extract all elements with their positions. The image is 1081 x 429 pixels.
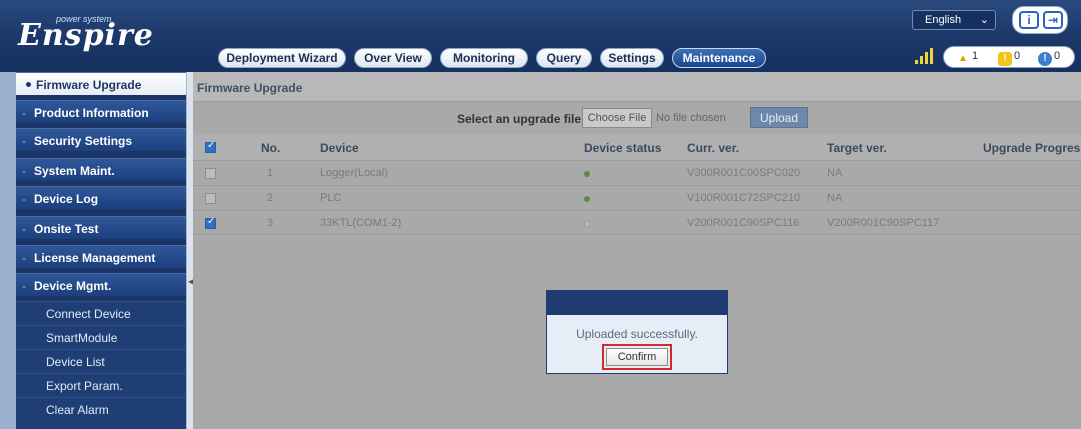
- row-curr-ver: V100R001C72SPC210: [687, 192, 801, 204]
- sidebar: Firmware Upgrade - Product Information -S…: [0, 72, 186, 429]
- upload-success-dialog: Uploaded successfully. Confirm: [546, 290, 728, 374]
- row-device: Logger(Local): [320, 167, 388, 179]
- column-header-curr-ver: Curr. ver.: [687, 141, 740, 155]
- bullet-icon: [26, 82, 31, 87]
- sidebar-item-device-log[interactable]: - Device Log: [16, 186, 186, 209]
- info-icon[interactable]: i: [1019, 11, 1039, 29]
- logout-icon[interactable]: ⇥: [1043, 11, 1063, 29]
- sidebar-item-security-settings[interactable]: - Security Settings: [16, 128, 186, 151]
- sidebar-item-onsite-test[interactable]: - Onsite Test: [16, 216, 186, 239]
- status-area: ▲ 1 ! 0 ! 0: [905, 46, 1081, 68]
- row-target-ver: V200R001C90SPC117: [827, 217, 940, 229]
- column-header-device: Device: [320, 141, 359, 155]
- sidebar-subitem-clear-alarm[interactable]: Clear Alarm: [16, 397, 186, 429]
- warning-triangle-icon: ▲: [958, 53, 968, 64]
- status-online-icon: [584, 171, 590, 177]
- row-no: 3: [267, 217, 274, 229]
- main-panel: Firmware Upgrade Select an upgrade file:…: [193, 72, 1081, 429]
- row-target-ver: NA: [827, 192, 843, 204]
- row-checkbox[interactable]: [205, 193, 216, 204]
- chevron-down-icon: ⌄: [979, 14, 989, 26]
- tab-deployment-wizard[interactable]: Deployment Wizard: [218, 48, 346, 68]
- select-all-checkbox[interactable]: [205, 140, 216, 153]
- status-offline-icon: [584, 221, 590, 227]
- tab-query[interactable]: Query: [536, 48, 592, 68]
- header-buttons: i ⇥: [1012, 6, 1068, 34]
- table-row[interactable]: 2 PLC V100R001C72SPC210 NA: [193, 185, 1081, 210]
- row-device: PLC: [320, 192, 342, 204]
- signal-strength-icon: [915, 48, 935, 64]
- status-online-icon: [584, 196, 590, 202]
- row-target-ver: NA: [827, 167, 843, 179]
- major-alarm[interactable]: ▲ 1: [956, 50, 978, 66]
- dialog-titlebar: [547, 291, 727, 315]
- tab-monitoring[interactable]: Monitoring: [440, 48, 528, 68]
- page-title: Firmware Upgrade: [193, 72, 1081, 102]
- choose-file-button[interactable]: Choose File: [582, 108, 652, 128]
- sidebar-item-device-mgmt[interactable]: - Device Mgmt.: [16, 273, 186, 296]
- confirm-highlight: Confirm: [602, 344, 672, 370]
- row-curr-ver: V200R001C90SPC116: [687, 217, 800, 229]
- column-header-upgrade-progress: Upgrade Progress: [983, 141, 1081, 155]
- enspire-logo: power system Enspire: [18, 10, 188, 58]
- row-no: 2: [267, 192, 274, 204]
- upload-row: Select an upgrade file: Choose File No f…: [193, 107, 1081, 131]
- confirm-button[interactable]: Confirm: [606, 348, 668, 366]
- minor-alarm[interactable]: ! 0: [998, 50, 1020, 66]
- sidebar-item-system-maint[interactable]: - System Maint.: [16, 158, 186, 181]
- table-row[interactable]: 3 33KTL(COM1-2) V200R001C90SPC116 V200R0…: [193, 210, 1081, 235]
- alarm-status-pill[interactable]: ▲ 1 ! 0 ! 0: [943, 46, 1075, 68]
- row-device: 33KTL(COM1-2): [320, 217, 402, 229]
- sidebar-subitem-export-param[interactable]: Export Param.: [16, 373, 186, 397]
- sidebar-strip: [0, 72, 16, 429]
- dialog-message: Uploaded successfully.: [576, 327, 698, 341]
- table-row[interactable]: 1 Logger(Local) V300R001C00SPC020 NA: [193, 160, 1081, 185]
- row-no: 1: [267, 167, 274, 179]
- sidebar-subitem-smartmodule[interactable]: SmartModule: [16, 325, 186, 349]
- tab-over-view[interactable]: Over View: [354, 48, 432, 68]
- minor-alarm-icon: !: [998, 52, 1012, 66]
- language-select[interactable]: English ⌄: [912, 10, 996, 30]
- no-file-text: No file chosen: [656, 112, 726, 124]
- info-circle-icon: !: [1038, 52, 1052, 66]
- row-checkbox[interactable]: [205, 168, 216, 179]
- tab-settings[interactable]: Settings: [600, 48, 664, 68]
- column-header-target-ver: Target ver.: [827, 141, 887, 155]
- language-value: English: [925, 14, 962, 26]
- column-header-device-status: Device status: [584, 141, 662, 155]
- warning-alarm[interactable]: ! 0: [1038, 50, 1060, 66]
- column-header-no: No.: [261, 141, 281, 155]
- tab-maintenance[interactable]: Maintenance: [672, 48, 766, 68]
- row-checkbox[interactable]: [205, 216, 216, 229]
- upload-label: Select an upgrade file:: [457, 112, 586, 126]
- table-header: No. Device Device status Curr. ver. Targ…: [193, 135, 1081, 160]
- sidebar-subitem-device-list[interactable]: Device List: [16, 349, 186, 373]
- upload-button[interactable]: Upload: [750, 107, 808, 128]
- sidebar-subitem-connect-device[interactable]: Connect Device: [16, 301, 186, 325]
- sidebar-item-license-management[interactable]: - License Management: [16, 245, 186, 268]
- logo-brand: Enspire: [18, 18, 154, 53]
- row-curr-ver: V300R001C00SPC020: [687, 167, 801, 179]
- app-header: power system Enspire English ⌄ i ⇥ Deplo…: [0, 0, 1081, 72]
- sidebar-item-product-information[interactable]: - Product Information: [16, 100, 186, 123]
- sidebar-splitter[interactable]: ◀: [186, 72, 194, 429]
- sidebar-item-firmware-upgrade[interactable]: Firmware Upgrade: [16, 72, 186, 95]
